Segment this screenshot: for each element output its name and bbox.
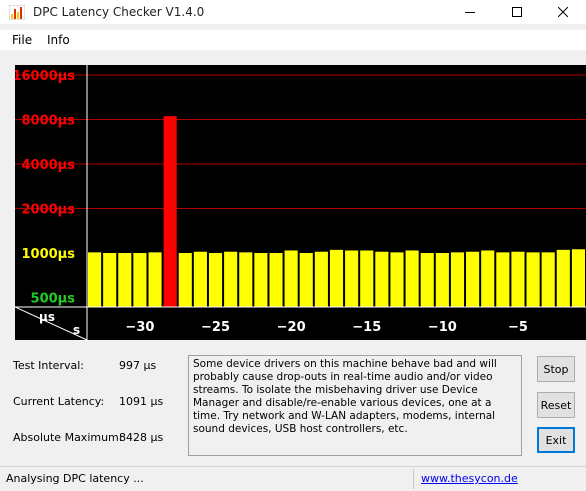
data-bar — [284, 250, 298, 307]
minimize-button[interactable] — [447, 0, 493, 24]
data-bar — [466, 251, 480, 307]
chart-grid — [15, 74, 586, 209]
data-bar — [496, 252, 510, 307]
chart-bars — [88, 116, 585, 308]
menu-info[interactable]: Info — [47, 33, 70, 47]
data-bar — [450, 252, 465, 307]
maximize-icon — [512, 7, 522, 17]
stop-button[interactable]: Stop — [537, 356, 575, 382]
minimize-icon — [465, 12, 475, 13]
test-interval-value: 997 µs — [119, 359, 157, 372]
x-tick-label: −30 — [125, 320, 154, 335]
y-unit-label: µs — [39, 310, 55, 324]
data-bar — [481, 250, 495, 307]
current-latency-value: 1091 µs — [119, 395, 164, 408]
status-bar: Analysing DPC latency ... www.thesycon.d… — [0, 466, 586, 491]
data-bar — [360, 250, 374, 307]
data-bar — [208, 253, 223, 307]
data-bar — [556, 249, 570, 307]
data-bar — [133, 253, 147, 307]
x-unit-label: s — [73, 323, 80, 337]
menu-bar: File Info — [0, 30, 586, 50]
latency-chart: 500µs 1000µs 2000µs 4000µs 8000µs 16000µs −30… — [15, 65, 586, 340]
data-bar — [571, 249, 585, 307]
x-tick-label: −20 — [277, 320, 306, 335]
data-bar — [193, 251, 207, 307]
data-bar — [118, 253, 132, 307]
reset-button[interactable]: Reset — [537, 392, 575, 418]
status-divider — [413, 469, 414, 489]
data-bar — [375, 251, 389, 307]
data-bar — [526, 252, 540, 307]
y-tick-label: 2000µs — [22, 203, 76, 218]
y-tick-label: 4000µs — [22, 158, 76, 173]
y-tick-label: 500µs — [31, 292, 76, 307]
data-bar — [299, 253, 313, 307]
close-icon — [558, 7, 568, 17]
data-bar — [88, 252, 102, 307]
data-bar — [511, 251, 525, 307]
data-bar — [541, 252, 555, 307]
data-bar — [254, 253, 268, 307]
data-bar — [163, 116, 177, 308]
advice-textbox: Some device drivers on this machine beha… — [188, 355, 522, 456]
data-bar — [239, 252, 253, 307]
x-tick-label: −10 — [428, 320, 457, 335]
current-latency-label: Current Latency: — [13, 395, 105, 408]
data-bar — [435, 253, 449, 307]
data-bar — [329, 249, 344, 307]
data-bar — [103, 253, 117, 307]
data-bar — [405, 250, 419, 307]
data-bar — [390, 252, 404, 307]
y-tick-label: 1000µs — [22, 247, 76, 262]
close-button[interactable] — [540, 0, 586, 24]
window-title: DPC Latency Checker V1.4.0 — [33, 5, 205, 19]
absolute-max-value: 8428 µs — [119, 431, 164, 444]
test-interval-label: Test Interval: — [13, 359, 84, 372]
maximize-button[interactable] — [494, 0, 540, 24]
y-tick-label: 8000µs — [22, 114, 76, 129]
website-link[interactable]: www.thesycon.de — [421, 472, 518, 485]
x-axis-labels: −30 −25 −20 −15 −10 −5 — [125, 320, 527, 335]
x-tick-label: −15 — [352, 320, 381, 335]
x-tick-label: −5 — [508, 320, 528, 335]
x-tick-label: −25 — [201, 320, 230, 335]
data-bar — [148, 252, 162, 307]
absolute-max-label: Absolute Maximum: — [13, 431, 123, 444]
exit-button[interactable]: Exit — [537, 427, 575, 453]
data-bar — [314, 251, 328, 307]
data-bar — [269, 253, 283, 307]
menu-file[interactable]: File — [12, 33, 32, 47]
app-icon — [9, 5, 25, 20]
data-bar — [345, 250, 359, 307]
status-text: Analysing DPC latency ... — [6, 472, 144, 485]
data-bar — [224, 251, 238, 307]
data-bar — [178, 253, 192, 307]
data-bar — [420, 253, 434, 307]
y-tick-label: 16000µs — [15, 69, 75, 84]
title-bar: DPC Latency Checker V1.4.0 — [0, 0, 586, 24]
y-axis-labels: 500µs 1000µs 2000µs 4000µs 8000µs 16000µs — [15, 69, 75, 307]
